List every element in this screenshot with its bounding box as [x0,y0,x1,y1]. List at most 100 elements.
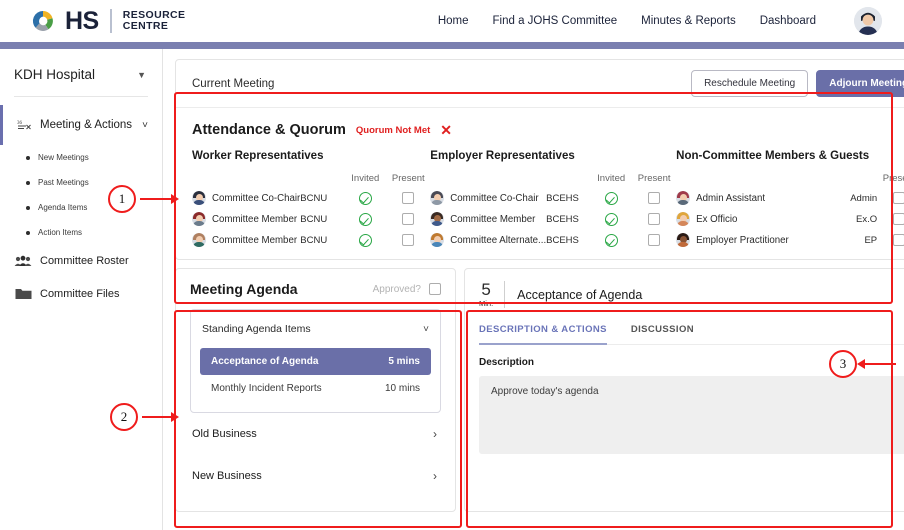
sidebar-item-committee-roster[interactable]: Committee Roster [0,245,162,277]
user-avatar-icon[interactable] [854,7,882,35]
invited-indicator [590,212,632,226]
main-navigation: Home Find a JOHS Committee Minutes & Rep… [438,7,882,35]
table-row: Committee Co-Chair BCNU [192,191,430,205]
approved-checkbox[interactable] [429,283,441,295]
attendee-name: Admin Assistant [696,192,766,204]
agenda-group-old-business[interactable]: Old Business › [190,413,441,455]
sidebar-subitem-label: Past Meetings [38,178,89,187]
present-checkbox[interactable] [648,192,661,204]
invited-header: Invited [597,173,626,184]
sidebar-subitem-new-meetings[interactable]: New Meetings [0,145,162,170]
nav-item-dashboard[interactable]: Dashboard [760,15,816,27]
nav-item-home[interactable]: Home [438,15,469,27]
attendee-name: Committee Co-Chair [450,192,539,204]
table-row: Committee Member BCEHS [430,212,676,226]
present-checkbox[interactable] [893,213,904,225]
present-checkbox[interactable] [402,192,415,204]
attendee-org: BCEHS [546,213,579,225]
present-checkbox-cell [877,192,904,204]
employer-column-title: Employer Representatives [430,150,575,162]
invited-indicator [590,233,632,247]
standing-agenda-group: Standing Agenda Items ˅ Acceptance of Ag… [190,309,441,413]
detail-tabs: DESCRIPTION & ACTIONS DISCUSSION [479,324,904,345]
present-checkbox-cell [632,234,676,246]
tab-discussion[interactable]: DISCUSSION [631,324,694,345]
invited-header: Invited [351,173,380,184]
sidebar-item-meeting-actions[interactable]: 36 Meeting & Actions ˅ [0,105,162,145]
check-circle-icon [358,233,372,247]
org-selector[interactable]: KDH Hospital ▼ [0,61,162,96]
present-checkbox[interactable] [893,192,904,204]
attendee-org: BCNU [300,192,328,204]
nav-item-minutes-reports[interactable]: Minutes & Reports [641,15,736,27]
present-checkbox[interactable] [648,234,661,246]
top-header: HS RESOURCE CENTRE Home Find a JOHS Comm… [0,0,904,42]
duration-unit: Min. [479,299,494,308]
tab-description-actions[interactable]: DESCRIPTION & ACTIONS [479,324,607,345]
svg-text:36: 36 [17,121,23,126]
logo-text: HS [65,6,99,35]
sidebar-section-label: Meeting & Actions [40,119,133,131]
attendee-name: Committee Member [450,213,536,225]
present-checkbox-cell [877,213,904,225]
quorum-status-badge: Quorum Not Met [355,124,431,136]
agenda-group-new-business[interactable]: New Business › [190,455,441,497]
worker-column-title: Worker Representatives [192,150,324,162]
nav-item-find-committee[interactable]: Find a JOHS Committee [493,15,618,27]
present-checkbox[interactable] [893,234,904,246]
attendee-org: BCEHS [546,234,579,246]
logo-divider [109,9,112,33]
approved-control: Approved? [373,283,441,295]
check-circle-icon [604,212,618,226]
annotation-arrow-1 [140,194,179,204]
present-header: Present [637,173,671,184]
annotation-arrow-3 [857,359,896,369]
sidebar-item-label: Committee Files [40,287,120,300]
invited-indicator [344,191,386,205]
present-checkbox[interactable] [648,213,661,225]
table-row: Committee Alternate... BCEHS [430,233,676,247]
standing-agenda-header[interactable]: Standing Agenda Items ˅ [191,319,440,339]
agenda-item-acceptance-of-agenda[interactable]: Acceptance of Agenda 5 mins [200,348,431,375]
invited-indicator [344,212,386,226]
reschedule-meeting-button[interactable]: Reschedule Meeting [691,70,809,97]
present-checkbox[interactable] [402,213,415,225]
agenda-item-label: Acceptance of Agenda [211,356,319,367]
header-accent-bar [0,42,904,49]
sidebar-subitem-past-meetings[interactable]: Past Meetings [0,170,162,195]
attendee-name: Committee Alternate... [450,234,547,246]
worker-column-headers: Invited Present [192,170,430,184]
folder-icon [14,287,32,300]
present-checkbox-cell [632,213,676,225]
adjourn-meeting-button[interactable]: Adjourn Meeting [816,70,904,97]
table-row: Employer Practitioner EP [676,233,904,247]
present-checkbox-cell [632,192,676,204]
ohs-circle-logo-icon [30,8,56,34]
avatar [676,212,691,226]
sidebar-subitem-agenda-items[interactable]: Agenda Items [0,195,162,220]
employer-representatives-column: Employer Representatives Invited Present… [430,150,676,247]
site-logo[interactable]: HS RESOURCE CENTRE [30,8,185,34]
agenda-item-monthly-incident-reports[interactable]: Monthly Incident Reports 10 mins [200,375,431,402]
present-checkbox-cell [386,234,430,246]
present-checkbox-cell [877,234,904,246]
chevron-down-icon: ˅ [142,119,148,131]
annotation-marker-1: 1 [108,185,136,213]
duration-value: 5 [481,280,491,299]
attendee-org: BCNU [300,234,328,246]
description-textarea[interactable]: Approve today's agenda [479,376,904,454]
present-checkbox[interactable] [402,234,415,246]
chevron-right-icon: › [433,469,437,483]
detail-title: Acceptance of Agenda [517,287,643,302]
attendance-panel: Current Meeting Reschedule Meeting Adjou… [175,59,904,260]
agenda-item-duration: 10 mins [384,383,420,394]
check-circle-icon [604,191,618,205]
bottom-row: Meeting Agenda Approved? Standing Agenda… [175,268,904,512]
sidebar-subitem-action-items[interactable]: Action Items [0,220,162,245]
check-circle-icon [358,191,372,205]
sidebar-item-committee-files[interactable]: Committee Files [0,277,162,310]
avatar [430,233,445,247]
table-row: Committee Member BCNU [192,212,430,226]
chevron-down-icon: ˅ [423,323,429,335]
attendance-title: Attendance & Quorum [192,122,346,138]
